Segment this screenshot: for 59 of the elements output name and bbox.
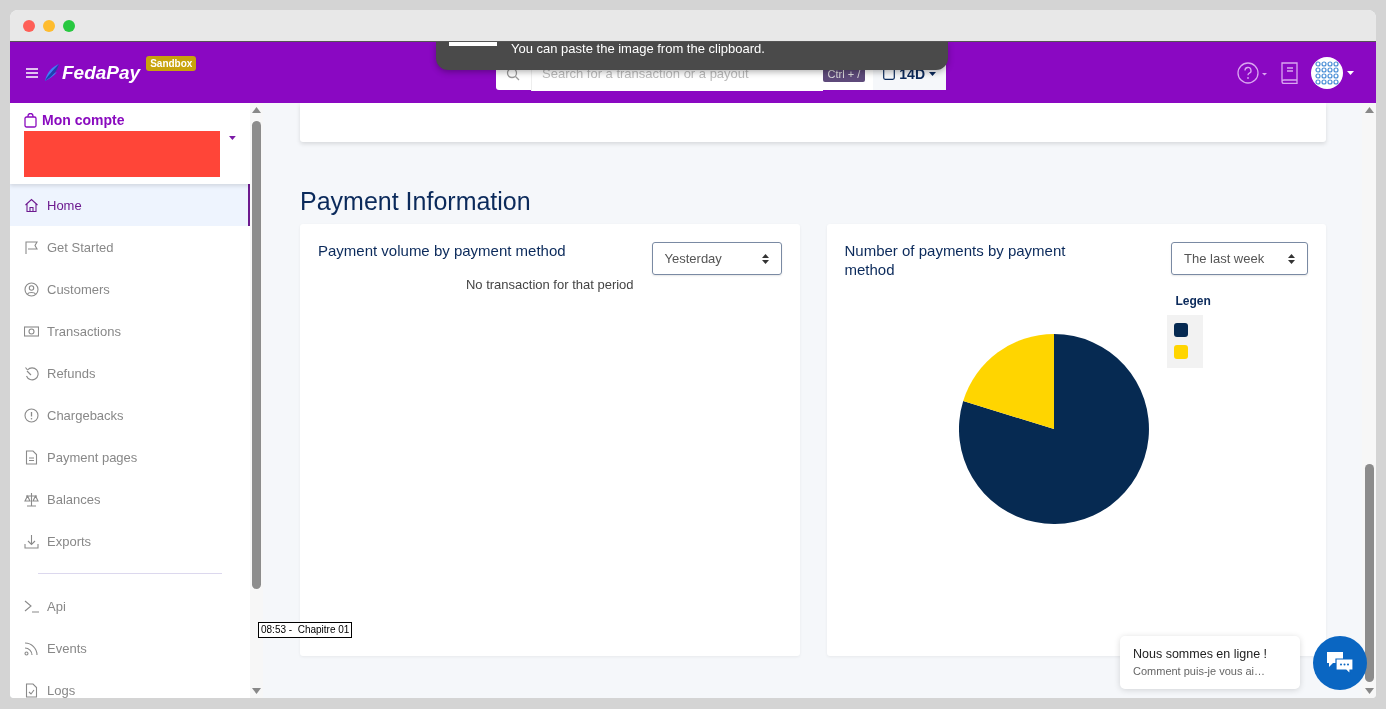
card-title: Payment volume by payment method xyxy=(318,241,567,260)
menu-icon[interactable] xyxy=(26,67,38,78)
up-arrow-icon xyxy=(1364,107,1374,113)
rss-icon xyxy=(24,640,39,656)
account-menu[interactable] xyxy=(1311,56,1354,89)
home-icon xyxy=(24,197,39,213)
account-title: Mon compte xyxy=(42,112,125,128)
flag-icon xyxy=(24,239,39,255)
sidebar-item[interactable]: Home xyxy=(10,184,250,226)
sidebar-item[interactable]: Get Started xyxy=(10,226,250,268)
sidebar-item[interactable]: Balances xyxy=(10,478,250,520)
sidebar-item[interactable]: Refunds xyxy=(10,352,250,394)
alert-circle-icon xyxy=(24,407,39,423)
scrollbar-thumb[interactable] xyxy=(252,121,261,589)
up-arrow-icon xyxy=(252,107,261,113)
close-button[interactable] xyxy=(23,19,35,32)
empty-message: No transaction for that period xyxy=(464,277,635,292)
caret-icon[interactable] xyxy=(229,136,236,140)
brand-name: FedaPay xyxy=(62,61,141,84)
document-icon xyxy=(24,449,39,465)
legend-title: Legen xyxy=(1175,294,1211,308)
section-heading: Payment Information xyxy=(300,186,532,216)
sidebar-item[interactable]: Exports xyxy=(10,520,250,562)
chat-subtitle: Comment puis-je vous ai… xyxy=(1133,665,1267,677)
scrollbar-thumb[interactable] xyxy=(1364,464,1374,682)
sidebar-item[interactable]: Logs xyxy=(10,669,250,698)
sidebar-item[interactable]: Customers xyxy=(10,268,250,310)
sort-arrows-icon xyxy=(761,253,769,264)
download-icon xyxy=(24,533,39,549)
banknote-icon xyxy=(24,323,39,339)
log-document-icon xyxy=(24,682,39,698)
chat-button[interactable] xyxy=(1313,636,1367,690)
sidebar-item[interactable]: Api xyxy=(10,585,250,627)
tooltip: 08:53 - Chapitre 01 xyxy=(258,622,353,638)
caret-icon xyxy=(1347,70,1354,75)
period-select[interactable]: The last week xyxy=(1171,242,1308,275)
avatar-icon xyxy=(1311,56,1343,89)
card-title: Number of payments by payment method xyxy=(844,241,1067,279)
chat-title: Nous sommes en ligne ! xyxy=(1133,647,1269,661)
sidebar-item[interactable]: Events xyxy=(10,627,250,669)
sidebar-item[interactable]: Chargebacks xyxy=(10,394,250,436)
sidebar-item[interactable]: Transactions xyxy=(10,310,250,352)
book-icon[interactable] xyxy=(1279,61,1299,84)
chat-bubble[interactable]: Nous sommes en ligne ! Comment puis-je vous ai… xyxy=(1120,636,1300,689)
feather-icon xyxy=(44,63,60,82)
period-select[interactable]: Yesterday xyxy=(651,242,782,275)
help-icon[interactable] xyxy=(1237,61,1267,84)
user-circle-icon xyxy=(24,281,39,297)
terminal-icon xyxy=(24,598,39,614)
refund-icon xyxy=(24,365,39,381)
down-arrow-icon xyxy=(1364,688,1374,694)
shopping-bag-icon xyxy=(24,112,37,128)
toast-message: You can paste the image from the clipboard. xyxy=(511,42,765,56)
environment-badge: Sandbox xyxy=(146,55,197,71)
sidebar-item[interactable]: Payment pages xyxy=(10,436,250,478)
down-arrow-icon xyxy=(252,688,261,694)
sort-arrows-icon xyxy=(1288,253,1295,264)
chat-bubbles-icon xyxy=(1326,651,1354,675)
scale-icon xyxy=(24,491,39,507)
